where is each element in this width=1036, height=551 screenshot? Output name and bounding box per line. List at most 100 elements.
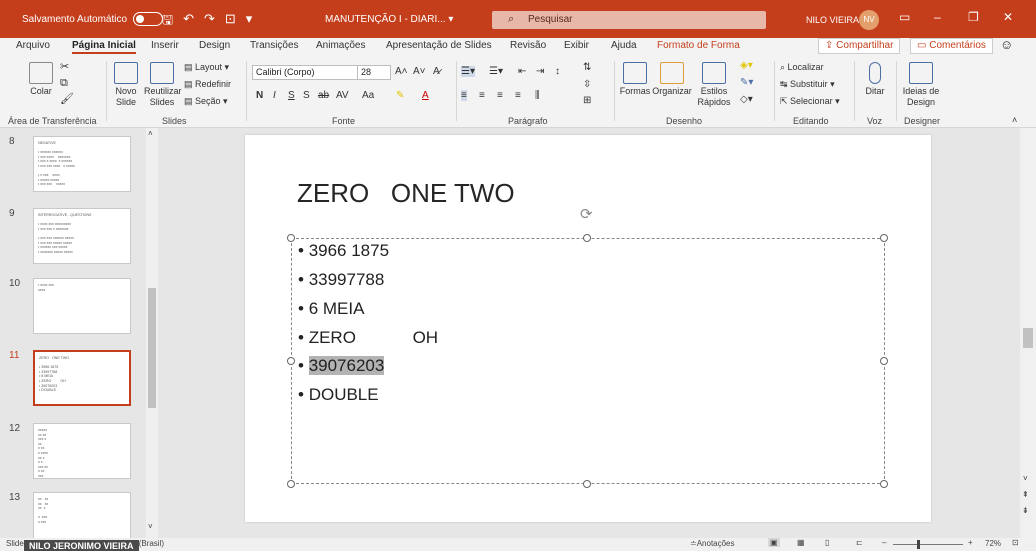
present-icon[interactable]: ⊡ (225, 11, 236, 33)
slide-thumbnail[interactable]: INTERROGATIVE - QUESTIONS • xxxx xxx xxxx… (33, 208, 131, 264)
font-name-select[interactable]: Calibri (Corpo) (252, 65, 358, 80)
close-icon[interactable]: ✕ (1003, 10, 1013, 24)
decrease-font-icon[interactable]: A˅ (413, 66, 426, 77)
share-button[interactable]: ⇪ Compartilhar (818, 38, 901, 54)
bullet-text[interactable]: 39076203 (308, 356, 385, 375)
resize-handle[interactable] (583, 480, 591, 488)
tab-transicoes[interactable]: Transições (250, 40, 299, 51)
shape-effects-icon[interactable]: ◇▾ (740, 94, 753, 105)
decrease-indent-icon[interactable]: ⇤ (518, 66, 526, 77)
justify-icon[interactable]: ≡ (515, 90, 521, 101)
align-center-icon[interactable]: ≡ (479, 90, 485, 101)
strikethrough-icon[interactable]: ab (318, 90, 329, 101)
align-text-icon[interactable]: ⇳ (583, 79, 591, 90)
text-direction-icon[interactable]: ⇅ (583, 62, 591, 73)
resize-handle[interactable] (287, 357, 295, 365)
avatar[interactable]: NV (859, 10, 879, 30)
font-color-icon[interactable]: A (422, 90, 429, 101)
dictate-button[interactable]: Ditar (860, 62, 890, 97)
document-title[interactable]: MANUTENÇÃO I - DIARI... ▾ (325, 14, 453, 25)
tab-design[interactable]: Design (199, 40, 230, 51)
increase-indent-icon[interactable]: ⇥ (536, 66, 544, 77)
tab-apresentacao[interactable]: Apresentação de Slides (386, 40, 492, 51)
slides-panel-scrollbar[interactable]: ˄ ˅ (146, 128, 158, 538)
slide-title[interactable]: ZERO ONE TWO (297, 178, 515, 209)
cut-icon[interactable]: ✂ (60, 62, 69, 73)
italic-icon[interactable]: I (273, 90, 276, 101)
zoom-level[interactable]: 72% (985, 539, 1001, 548)
slide-thumbnail[interactable]: • xxxx xxx xxxx (33, 278, 131, 334)
resize-handle[interactable] (287, 234, 295, 242)
normal-view-icon[interactable]: ▣ (768, 538, 780, 547)
tab-formato-de-forma[interactable]: Formato de Forma (657, 40, 740, 51)
resize-handle[interactable] (583, 234, 591, 242)
resize-handle[interactable] (287, 480, 295, 488)
resize-handle[interactable] (880, 234, 888, 242)
bullet-text[interactable]: ZERO OH (309, 328, 438, 347)
tab-inserir[interactable]: Inserir (151, 40, 179, 51)
editor-scrollbar-thumb[interactable] (1023, 328, 1033, 348)
tab-revisao[interactable]: Revisão (510, 40, 546, 51)
font-size-select[interactable]: 28 (357, 65, 391, 80)
shape-fill-icon[interactable]: ◈▾ (740, 60, 753, 71)
reading-view-icon[interactable]: ▯ (825, 538, 829, 547)
underline-icon[interactable]: S (288, 90, 295, 101)
highlight-icon[interactable]: ✎ (396, 90, 404, 101)
line-spacing-icon[interactable]: ↕ (555, 66, 560, 77)
smartart-icon[interactable]: ⊞ (583, 95, 591, 106)
scrollbar-thumb[interactable] (148, 288, 156, 408)
customize-toolbar-icon[interactable]: ▾ (246, 11, 253, 33)
clear-format-icon[interactable]: A̷ (433, 66, 440, 77)
slide-bullet[interactable]: • DOUBLE (298, 385, 379, 405)
slide-thumbnail[interactable]: NEGATIVE • xxxxxx xxxxxx • xxx xxxx xxxxxx… (33, 136, 131, 192)
design-ideas-button[interactable]: Ideias de Design (902, 62, 940, 108)
slide-bullet[interactable]: • ZERO OH (298, 328, 438, 348)
editor-scrollbar[interactable]: ˅ ⇞ ⇟ (1020, 128, 1036, 538)
find-button[interactable]: ⌕ Localizar (780, 62, 824, 73)
slide-bullet[interactable]: • 6 MEIA (298, 299, 364, 319)
char-spacing-icon[interactable]: AV (336, 90, 349, 101)
shadow-icon[interactable]: S (303, 90, 310, 101)
notes-button[interactable]: ≐Anotações (690, 539, 735, 548)
zoom-slider[interactable] (893, 544, 963, 545)
paste-button[interactable]: Colar (28, 62, 54, 97)
bullets-icon[interactable]: ☰▾ (461, 66, 475, 77)
arrange-button[interactable]: Organizar (652, 62, 692, 97)
tab-exibir[interactable]: Exibir (564, 40, 589, 51)
zoom-out-icon[interactable]: – (882, 538, 886, 547)
slide-bullet[interactable]: • 33997788 (298, 270, 384, 290)
quick-styles-button[interactable]: Estilos Rápidos (694, 62, 734, 108)
rotate-handle-icon[interactable]: ⟳ (580, 205, 593, 223)
shape-outline-icon[interactable]: ✎▾ (740, 77, 753, 88)
comments-button[interactable]: ▭ Comentários (910, 38, 993, 54)
user-name[interactable]: NILO VIEIRA (806, 15, 859, 25)
numbering-icon[interactable]: ☰▾ (489, 66, 503, 77)
save-icon[interactable]: 🖫 (162, 11, 173, 33)
reuse-slides-button[interactable]: Reutilizar Slides (144, 62, 182, 108)
scroll-up-icon[interactable]: ˄ (148, 129, 153, 138)
shapes-button[interactable]: Formas (618, 62, 652, 97)
redo-icon[interactable]: ↷ (204, 11, 215, 33)
increase-font-icon[interactable]: A˄ (395, 66, 408, 77)
slide-thumbnail[interactable]: ZERO ONE TWO • 3966 1875 • 33997788 • 6 MEI… (33, 350, 131, 406)
bullet-text[interactable]: DOUBLE (309, 385, 379, 404)
tab-pagina-inicial[interactable]: Página Inicial (72, 40, 136, 54)
replace-button[interactable]: ↹ Substituir ▾ (780, 79, 835, 90)
reset-button[interactable]: ▤ Redefinir (184, 79, 231, 90)
slide-sorter-icon[interactable]: ▦ (797, 538, 805, 547)
format-painter-icon[interactable]: 🖌 (60, 94, 74, 105)
feedback-smiley-icon[interactable]: ☺ (1000, 37, 1013, 52)
slide-thumbnail[interactable]: xxxxx xx xx xxx x xx x xx x xxxx xx xx x xxx xx… (33, 423, 131, 479)
slide-bullet[interactable]: • 3966 1875 (298, 241, 389, 261)
previous-slide-icon[interactable]: ⇞ (1022, 490, 1029, 499)
undo-icon[interactable]: ↶ (183, 11, 194, 33)
fit-slide-icon[interactable]: ⊡ (1012, 538, 1019, 547)
new-slide-button[interactable]: Novo Slide (111, 62, 141, 108)
tab-animacoes[interactable]: Animações (316, 40, 365, 51)
scroll-down-icon[interactable]: ˅ (148, 522, 153, 531)
tab-arquivo[interactable]: Arquivo (16, 40, 50, 51)
restore-icon[interactable]: ❐ (968, 10, 979, 24)
bold-icon[interactable]: N (256, 90, 263, 101)
layout-button[interactable]: ▤ Layout ▾ (184, 62, 229, 73)
align-left-icon[interactable]: ≡ (461, 90, 467, 101)
